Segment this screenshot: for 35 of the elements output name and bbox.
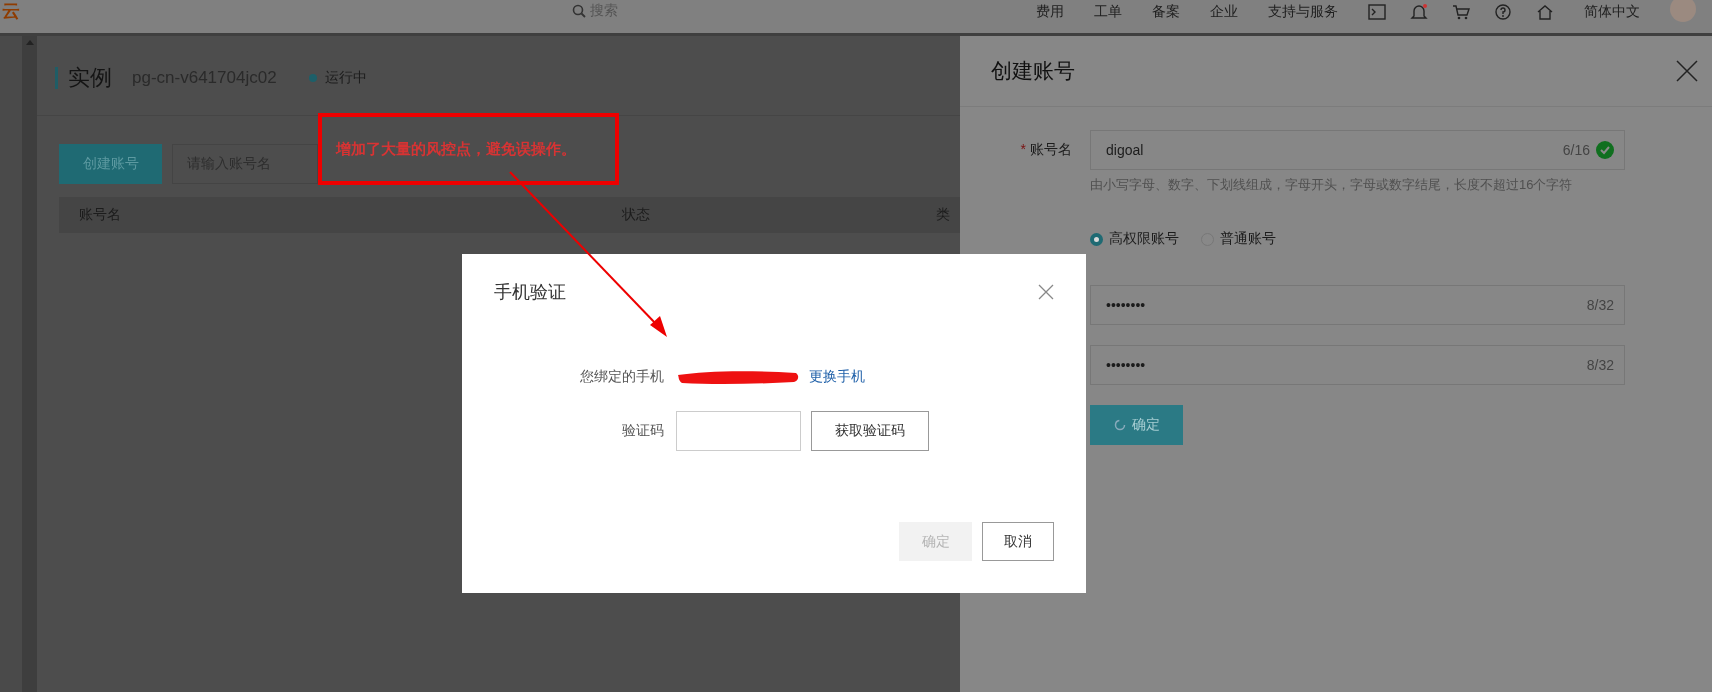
home-icon[interactable]	[1536, 4, 1554, 20]
dialog-title: 手机验证	[494, 281, 566, 304]
password-field[interactable]: •••••••• 8/32	[1090, 285, 1625, 325]
required-mark: *	[1020, 141, 1026, 157]
verification-code-field[interactable]	[676, 411, 801, 451]
nav-link[interactable]: 企业	[1210, 3, 1238, 21]
nav-link[interactable]: 简体中文	[1584, 3, 1640, 21]
status-dot	[308, 73, 317, 82]
cart-icon[interactable]	[1452, 4, 1470, 20]
close-icon[interactable]	[1038, 284, 1054, 300]
radio-label: 普通账号	[1220, 230, 1276, 248]
annotation-text: 增加了大量的风控点，避免误操作。	[336, 139, 576, 159]
terminal-icon[interactable]	[1368, 4, 1386, 20]
account-name-field[interactable]: digoal 6/16	[1090, 130, 1625, 170]
password-field[interactable]: •••••••• 8/32	[1090, 345, 1625, 385]
nav-link[interactable]: 备案	[1152, 3, 1180, 21]
scrollbar[interactable]	[22, 36, 37, 692]
nav-link[interactable]: 工单	[1094, 3, 1122, 21]
confirm-button[interactable]: 确定	[1090, 405, 1183, 445]
change-phone-link[interactable]: 更换手机	[809, 368, 865, 386]
bell-icon[interactable]	[1410, 4, 1428, 20]
nav-link[interactable]: 支持与服务	[1268, 3, 1338, 21]
radio-label: 高权限账号	[1109, 230, 1179, 248]
close-icon[interactable]	[1676, 60, 1698, 82]
field-label: 账号名	[1030, 141, 1072, 157]
help-icon[interactable]	[1494, 4, 1512, 20]
panel-title: 创建账号	[991, 58, 1075, 84]
cancel-button[interactable]: 取消	[982, 522, 1054, 561]
page-title: 实例	[68, 63, 112, 92]
radio-button[interactable]	[1090, 232, 1103, 246]
code-label: 验证码	[621, 422, 664, 440]
search-icon	[572, 4, 586, 18]
nav-link[interactable]: 费用	[1036, 3, 1064, 21]
get-code-button[interactable]: 获取验证码	[811, 411, 929, 451]
phone-label: 您绑定的手机	[579, 368, 664, 386]
